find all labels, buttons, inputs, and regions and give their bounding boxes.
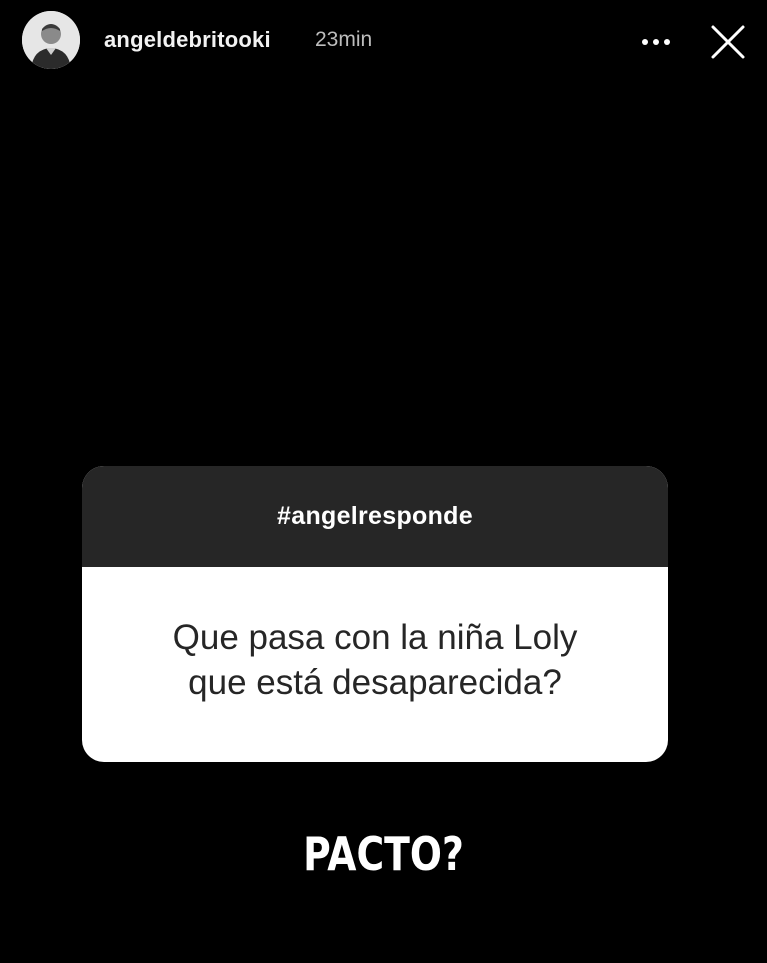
close-button[interactable] [706, 20, 750, 64]
question-sticker-header: #angelresponde [82, 466, 668, 567]
more-options-button[interactable] [636, 24, 676, 60]
more-horizontal-icon [642, 39, 670, 45]
question-sticker-body: Que pasa con la niña Loly que está desap… [82, 567, 668, 762]
profile-photo-icon [22, 11, 80, 69]
close-icon [711, 25, 745, 59]
story-viewer[interactable]: angeldebritooki 23min #angelresponde Que… [0, 0, 767, 963]
question-line-1: Que pasa con la niña Loly [172, 617, 578, 657]
question-tag: #angelresponde [277, 502, 473, 530]
question-line-2: que está desaparecida? [188, 662, 562, 702]
avatar[interactable] [22, 11, 80, 69]
question-sticker[interactable]: #angelresponde Que pasa con la niña Loly… [82, 466, 668, 762]
question-text: Que pasa con la niña Loly que está desap… [173, 615, 578, 715]
timestamp: 23min [315, 28, 373, 51]
story-header: angeldebritooki 23min [0, 0, 767, 82]
username[interactable]: angeldebritooki [104, 27, 271, 53]
answer-caption: PACTO? [303, 827, 464, 881]
